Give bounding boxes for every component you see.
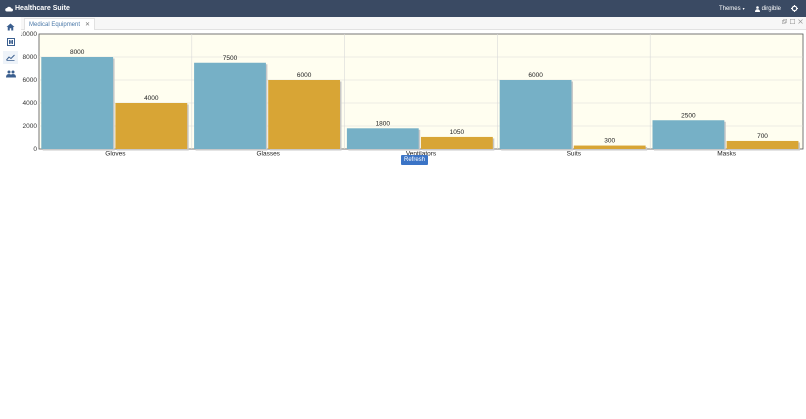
top-navbar: Healthcare Suite Themes ▾ dirgible: [0, 0, 806, 17]
themes-menu[interactable]: Themes ▾: [719, 6, 745, 12]
data-label: 300: [604, 138, 615, 145]
brand[interactable]: Healthcare Suite: [5, 5, 70, 12]
cloud-icon: [5, 6, 13, 11]
bar: [726, 140, 799, 149]
y-tick-label: 8000: [23, 54, 38, 61]
y-tick-label: 10000: [21, 31, 37, 38]
bar: [573, 145, 646, 149]
x-tick-label: Glasses: [256, 151, 280, 158]
bar: [41, 57, 114, 149]
x-tick-label: Gloves: [105, 151, 126, 158]
restore-icon[interactable]: [782, 19, 787, 24]
close-panel-icon[interactable]: [798, 19, 803, 24]
bar: [652, 120, 725, 149]
y-tick-label: 4000: [23, 100, 38, 107]
user-icon: [754, 5, 760, 12]
bar: [194, 62, 266, 149]
x-tick-label: Suits: [567, 151, 582, 158]
user-menu[interactable]: dirgible: [754, 5, 781, 12]
refresh-button[interactable]: Refresh: [401, 155, 429, 165]
bar-chart: 0 2000 4000 6000 8000 10000 8000 4000 Gloves 7500…: [19, 29, 806, 169]
data-label: 1800: [376, 120, 391, 127]
data-label: 1050: [450, 129, 465, 136]
data-label: 4000: [144, 95, 159, 102]
bar: [421, 136, 493, 149]
data-label: 2500: [681, 112, 696, 119]
y-tick-label: 0: [33, 146, 37, 153]
content-panel: Medical Equipment ✕ 0 2000 4000 6000 8000 100…: [19, 17, 806, 419]
tab-label: Medical Equipment: [29, 21, 81, 28]
close-icon[interactable]: ✕: [85, 21, 90, 28]
sidebar: [0, 17, 22, 419]
hospital-icon: [6, 37, 15, 46]
data-label: 6000: [297, 72, 312, 79]
maximize-icon[interactable]: [790, 19, 795, 24]
chevron-down-icon: ▾: [742, 6, 745, 11]
sidebar-item-hospital[interactable]: [3, 35, 18, 48]
y-tick-label: 2000: [23, 123, 38, 130]
bar: [268, 80, 341, 149]
data-label: 6000: [528, 72, 543, 79]
x-tick-label: Masks: [717, 151, 737, 158]
line-chart-icon: [6, 54, 15, 61]
bar: [499, 80, 572, 149]
y-tick-label: 6000: [23, 77, 38, 84]
bar: [346, 128, 419, 149]
bar-chart-svg: 0 2000 4000 6000 8000 10000 8000 4000 Gloves 7500…: [19, 31, 804, 158]
sidebar-item-chart[interactable]: [3, 51, 18, 64]
settings-button[interactable]: [791, 5, 800, 12]
data-label: 700: [757, 133, 768, 140]
data-label: 7500: [223, 55, 238, 62]
users-icon: [5, 70, 16, 77]
bar: [115, 103, 188, 149]
user-name: dirgible: [761, 5, 781, 12]
gear-icon: [791, 5, 798, 12]
app-title: Healthcare Suite: [15, 5, 70, 12]
themes-label: Themes: [718, 5, 741, 12]
sidebar-item-users[interactable]: [3, 67, 18, 80]
home-icon: [6, 23, 15, 30]
data-label: 8000: [70, 49, 85, 56]
sidebar-item-home[interactable]: [3, 20, 18, 33]
